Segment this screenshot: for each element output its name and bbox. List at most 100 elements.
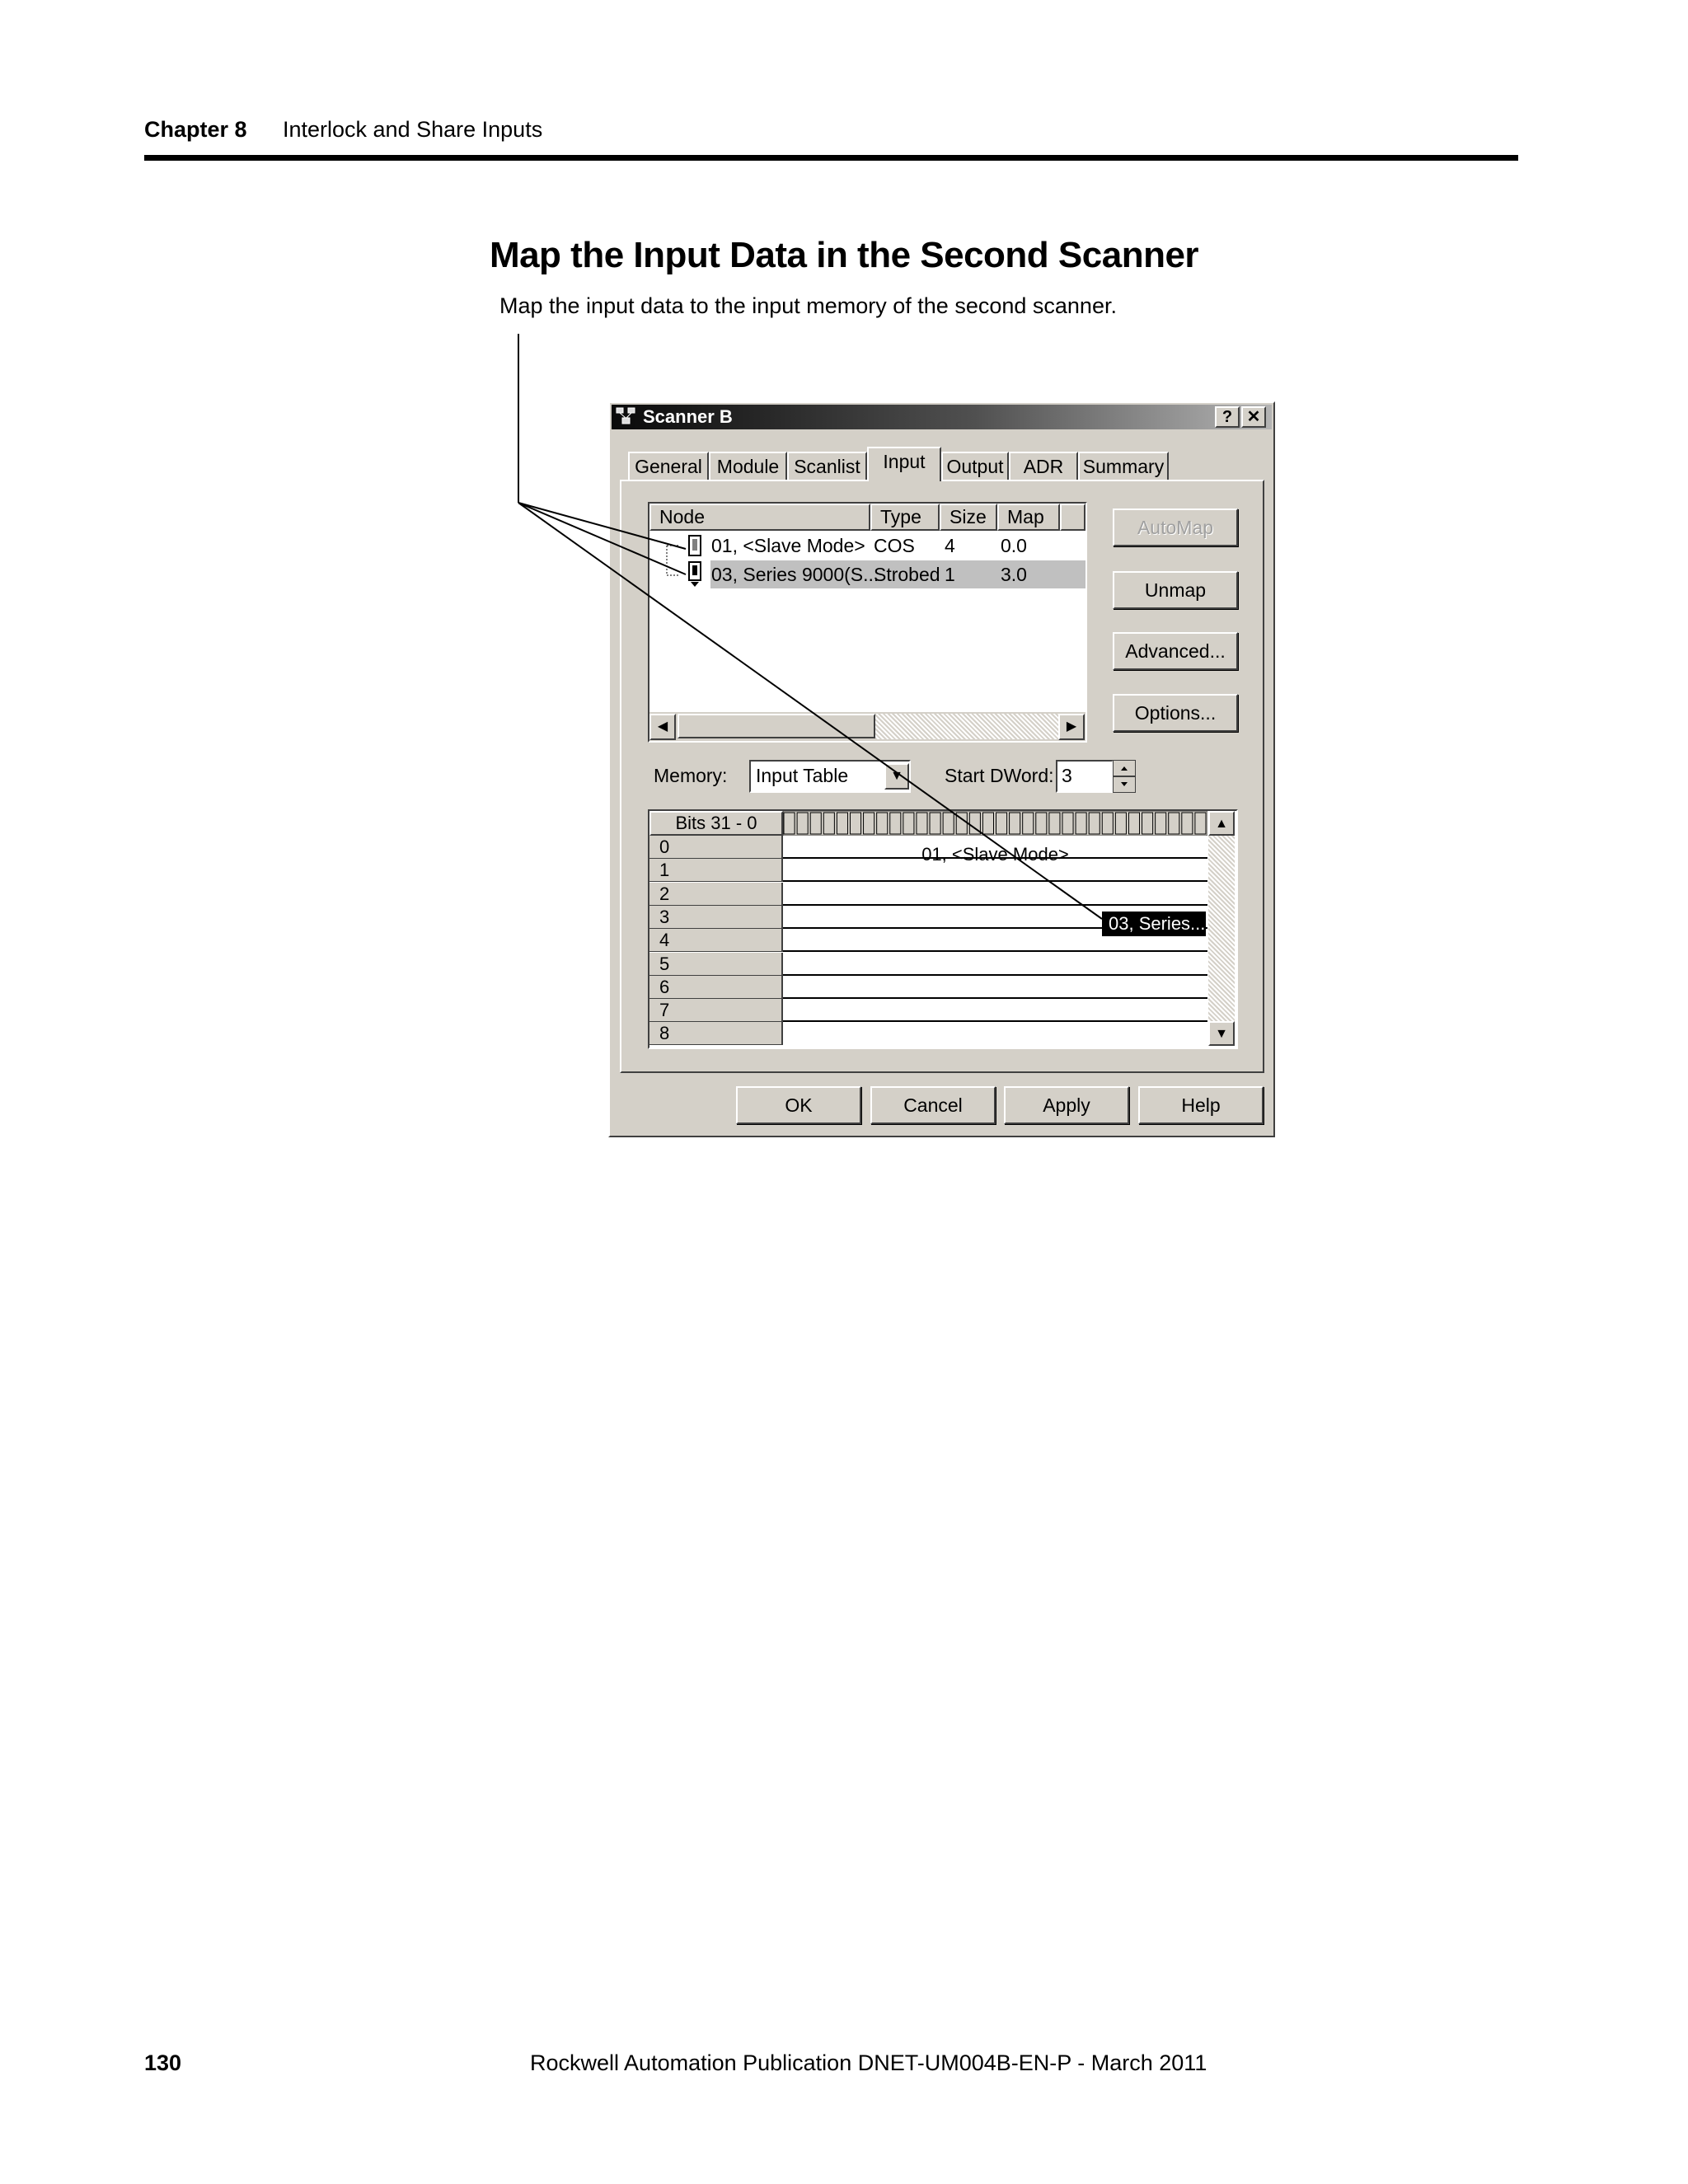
automap-button[interactable]: AutoMap [1113,509,1238,546]
dropdown-arrow-icon[interactable]: ▼ [884,763,909,790]
bit-column-header [1142,812,1154,835]
scroll-up-icon[interactable]: ▲ [1208,811,1235,836]
grid-row-label: 4 [649,929,783,952]
bit-column-header [849,812,862,835]
advanced-button[interactable]: Advanced... [1113,632,1238,670]
scroll-right-icon[interactable]: ▶ [1058,714,1085,740]
bit-columns-header [782,810,1208,837]
start-dword-input[interactable]: 3 [1056,760,1114,793]
grid-row-cell[interactable] [783,976,1207,999]
bits-header: Bits 31 - 0 [649,811,783,836]
bit-column-header [1075,812,1087,835]
scroll-down-icon[interactable]: ▼ [1208,1021,1235,1046]
node-row-1-type: COS [874,535,915,556]
column-node[interactable]: Node [649,504,870,531]
node-row-2-type: Strobed [874,564,940,585]
bit-column-header [863,812,875,835]
options-button[interactable]: Options... [1113,694,1238,732]
close-button[interactable]: ✕ [1241,406,1266,428]
bit-column-header [1114,812,1127,835]
grid-row-cell[interactable] [783,883,1207,906]
bit-column-header [1155,812,1167,835]
apply-button[interactable]: Apply [1004,1086,1129,1124]
bit-column-header [942,812,954,835]
grid-row-label: 5 [649,953,783,976]
grid-row-cell[interactable] [783,953,1207,976]
memory-label: Memory: [654,765,728,786]
publication-footer: Rockwell Automation Publication DNET-UM0… [530,2050,1207,2075]
dialog-title: Scanner B [643,406,733,427]
tab-module[interactable]: Module [709,452,787,480]
bit-column-header [823,812,835,835]
node-row-1-size: 4 [945,535,955,556]
device-icon [686,560,706,588]
tree-lines [663,536,687,590]
cancel-button[interactable]: Cancel [870,1086,996,1124]
tab-scanlist[interactable]: Scanlist [787,452,867,480]
bit-column-header [1062,812,1074,835]
scroll-left-icon[interactable]: ◀ [649,714,676,740]
grid-row-label: 7 [649,999,783,1022]
help-button[interactable]: ? [1215,406,1240,428]
ok-button[interactable]: OK [736,1086,861,1124]
column-spacer [1060,504,1085,531]
page-number: 130 [144,2050,182,2075]
tab-input[interactable]: Input [867,447,941,481]
tab-adr[interactable]: ADR [1009,452,1078,480]
help-dialog-button[interactable]: Help [1138,1086,1264,1124]
bit-column-header [1194,812,1207,835]
network-icon [616,406,637,426]
column-size[interactable]: Size [940,504,997,531]
bit-column-header [996,812,1008,835]
bit-column-header [1022,812,1034,835]
bit-column-header [955,812,968,835]
bit-column-header [876,812,889,835]
bit-column-header [903,812,915,835]
bit-column-header [1128,812,1141,835]
column-map[interactable]: Map [997,504,1060,531]
grid-row-label: 1 [649,859,783,882]
tab-output[interactable]: Output [941,452,1009,480]
bit-column-header [1048,812,1061,835]
bit-column-header [1009,812,1021,835]
grid-row-label: 2 [649,883,783,906]
column-type[interactable]: Type [870,504,940,531]
vertical-scroll-track[interactable] [1208,836,1235,1042]
spinner-icon[interactable] [1113,760,1136,793]
scroll-track[interactable] [875,714,1058,739]
bit-column-header [916,812,928,835]
grid-row-label: 8 [649,1022,783,1045]
bit-column-header [1088,812,1100,835]
bit-column-header [968,812,981,835]
bit-column-header [1168,812,1180,835]
section-title: Map the Input Data in the Second Scanner [489,235,1199,275]
device-icon [686,534,706,559]
bit-column-header [889,812,902,835]
node-row-1-node[interactable]: 01, <Slave Mode> [711,535,865,557]
node-row-2-node[interactable]: 03, Series 9000(S... [711,564,879,586]
grid-row-cell[interactable] [783,1022,1207,1043]
grid-row-label: 6 [649,976,783,999]
node-row-2-map: 3.0 [1001,564,1027,585]
grid-row-cell[interactable] [783,999,1207,1022]
bit-column-header [982,812,994,835]
bit-column-header [809,812,822,835]
bit-column-header [1101,812,1114,835]
grid-cell-slave-mode[interactable]: 01, <Slave Mode> [783,844,1207,865]
tab-summary[interactable]: Summary [1078,452,1169,480]
unmap-button[interactable]: Unmap [1113,571,1238,609]
chapter-label: Chapter 8 [144,117,247,142]
grid-cell-series[interactable]: 03, Series... [1102,912,1206,936]
bit-column-header [836,812,848,835]
node-row-1-map: 0.0 [1001,535,1027,556]
scroll-thumb[interactable] [678,714,875,738]
tab-general[interactable]: General [628,452,709,480]
bit-column-header [783,812,795,835]
bit-column-header [929,812,941,835]
intro-text: Map the input data to the input memory o… [499,293,1117,318]
bit-column-header [796,812,809,835]
node-row-2-size: 1 [945,564,955,585]
bit-column-header [1181,812,1193,835]
start-dword-label: Start DWord: [945,765,1054,786]
header-rule [144,155,1518,161]
